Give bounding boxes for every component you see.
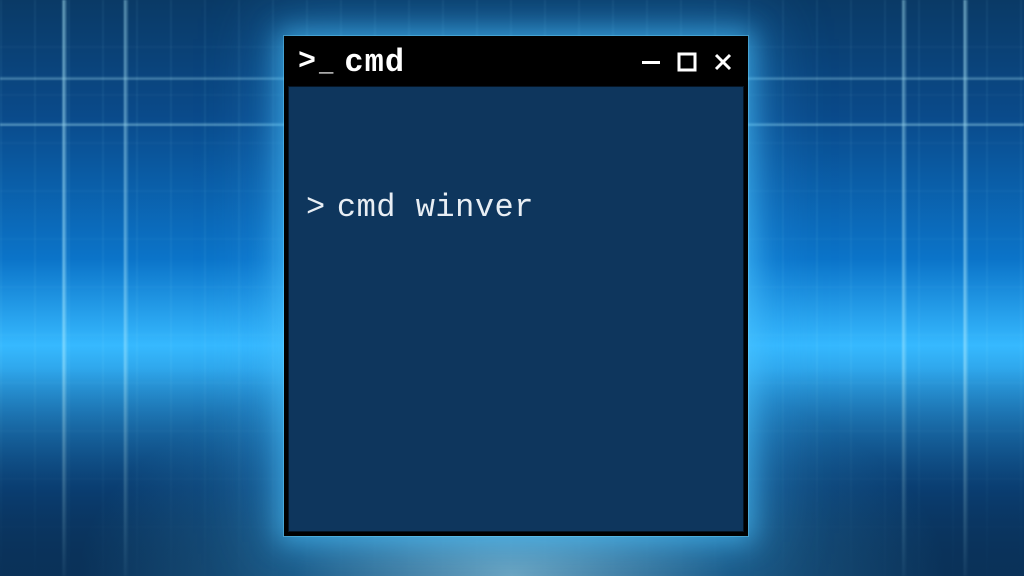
prompt-icon-underscore: _ (319, 54, 334, 78)
close-icon (712, 51, 734, 73)
window-title: cmd (344, 44, 405, 81)
command-text: cmd winver (337, 187, 534, 229)
terminal-window: >_ cmd > cmd (284, 36, 748, 536)
minimize-icon (640, 51, 662, 73)
terminal-line: > cmd winver (306, 187, 726, 229)
maximize-button[interactable] (674, 49, 700, 75)
window-controls (638, 49, 736, 75)
titlebar[interactable]: >_ cmd (286, 38, 746, 86)
prompt-icon: >_ (298, 47, 334, 77)
prompt-icon-gt: > (298, 47, 317, 77)
close-button[interactable] (710, 49, 736, 75)
prompt-symbol: > (306, 187, 326, 229)
maximize-icon (676, 51, 698, 73)
terminal-body[interactable]: > cmd winver (288, 86, 744, 532)
minimize-button[interactable] (638, 49, 664, 75)
